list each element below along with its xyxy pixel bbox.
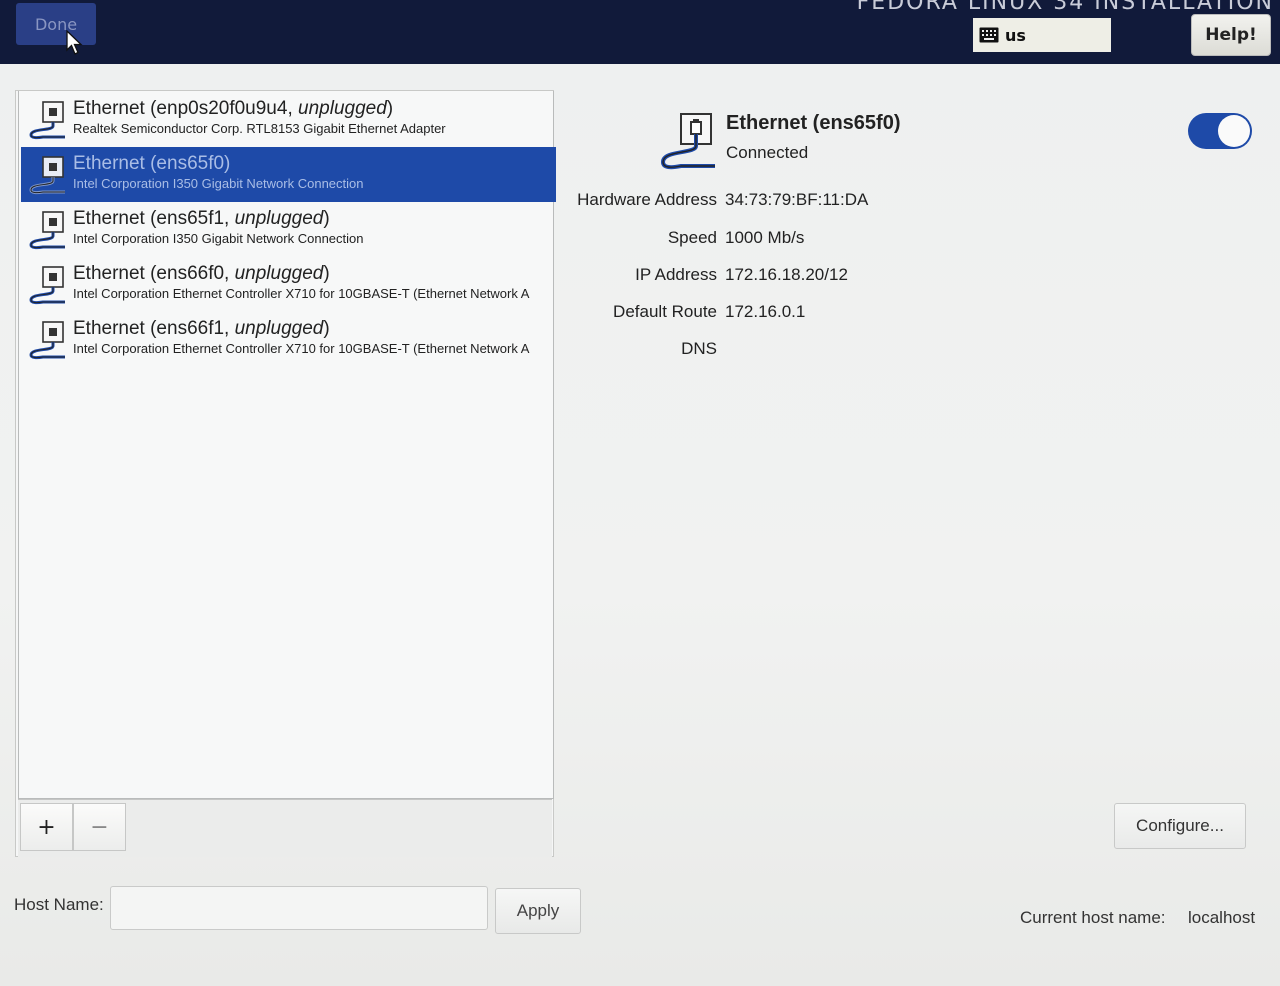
add-device-button[interactable]: + xyxy=(20,803,73,851)
keyboard-layout-indicator[interactable]: us xyxy=(973,18,1111,52)
speed-value: 1000 Mb/s xyxy=(725,228,805,247)
top-bar: FEDORA LINUX 34 INSTALLATION Done us Hel… xyxy=(0,0,1280,64)
device-enable-toggle[interactable] xyxy=(1188,113,1252,149)
device-list-toolbar: + − xyxy=(18,799,552,857)
device-title: Ethernet (enp0s20f0u9u4, unplugged) xyxy=(73,98,394,119)
hardware-address-label: Hardware Address xyxy=(577,190,717,209)
default-route-label: Default Route xyxy=(613,302,717,321)
mouse-pointer-icon xyxy=(66,30,83,55)
device-list-item[interactable]: Ethernet (ens65f0) Intel Corporation I35… xyxy=(21,147,556,202)
done-button[interactable]: Done xyxy=(16,3,96,45)
remove-device-button[interactable]: − xyxy=(73,803,126,851)
device-description: Intel Corporation Ethernet Controller X7… xyxy=(73,341,530,356)
device-description: Realtek Semiconductor Corp. RTL8153 Giga… xyxy=(73,121,446,136)
hardware-address-value: 34:73:79:BF:11:DA xyxy=(725,190,869,209)
help-button[interactable]: Help! xyxy=(1191,14,1271,56)
device-description: Intel Corporation Ethernet Controller X7… xyxy=(73,286,530,301)
ethernet-icon xyxy=(29,211,65,250)
selected-device-name: Ethernet (ens65f0) xyxy=(726,112,901,134)
ip-address-label: IP Address xyxy=(635,265,717,284)
apply-button[interactable]: Apply xyxy=(495,888,581,934)
current-host-name-value: localhost xyxy=(1188,908,1256,927)
device-list-item[interactable]: Ethernet (ens66f0, unplugged) Intel Corp… xyxy=(21,257,556,312)
ethernet-icon xyxy=(29,156,65,195)
connection-status: Connected xyxy=(726,143,809,162)
speed-label: Speed xyxy=(667,228,717,247)
keyboard-layout-label: us xyxy=(1005,25,1026,45)
ethernet-icon xyxy=(29,101,65,140)
device-list-item[interactable]: Ethernet (ens65f1, unplugged) Intel Corp… xyxy=(21,202,556,257)
device-description: Intel Corporation I350 Gigabit Network C… xyxy=(73,231,364,246)
device-description: Intel Corporation I350 Gigabit Network C… xyxy=(73,176,364,191)
device-title: Ethernet (ens66f1, unplugged) xyxy=(73,318,330,339)
ip-address-value: 172.16.18.20/12 xyxy=(725,265,848,284)
device-list[interactable]: Ethernet (enp0s20f0u9u4, unplugged) Real… xyxy=(18,91,556,799)
device-title: Ethernet (ens65f0) xyxy=(73,153,231,174)
device-list-item[interactable]: Ethernet (enp0s20f0u9u4, unplugged) Real… xyxy=(21,92,556,147)
installation-title: FEDORA LINUX 34 INSTALLATION xyxy=(856,0,1274,15)
dns-label: DNS xyxy=(681,339,717,358)
toggle-knob xyxy=(1218,115,1250,147)
ethernet-connected-icon xyxy=(660,113,715,170)
device-title: Ethernet (ens66f0, unplugged) xyxy=(73,263,330,284)
host-name-input[interactable] xyxy=(110,886,488,930)
device-list-item[interactable]: Ethernet (ens66f1, unplugged) Intel Corp… xyxy=(21,312,556,367)
default-route-value: 172.16.0.1 xyxy=(725,302,806,321)
device-title: Ethernet (ens65f1, unplugged) xyxy=(73,208,330,229)
device-list-panel: Ethernet (enp0s20f0u9u4, unplugged) Real… xyxy=(15,90,556,857)
host-name-label: Host Name: xyxy=(14,895,104,914)
ethernet-icon xyxy=(29,321,65,360)
keyboard-icon xyxy=(979,27,999,43)
current-host-name-label: Current host name: xyxy=(1020,908,1166,927)
ethernet-icon xyxy=(29,266,65,305)
configure-button[interactable]: Configure... xyxy=(1114,803,1246,849)
